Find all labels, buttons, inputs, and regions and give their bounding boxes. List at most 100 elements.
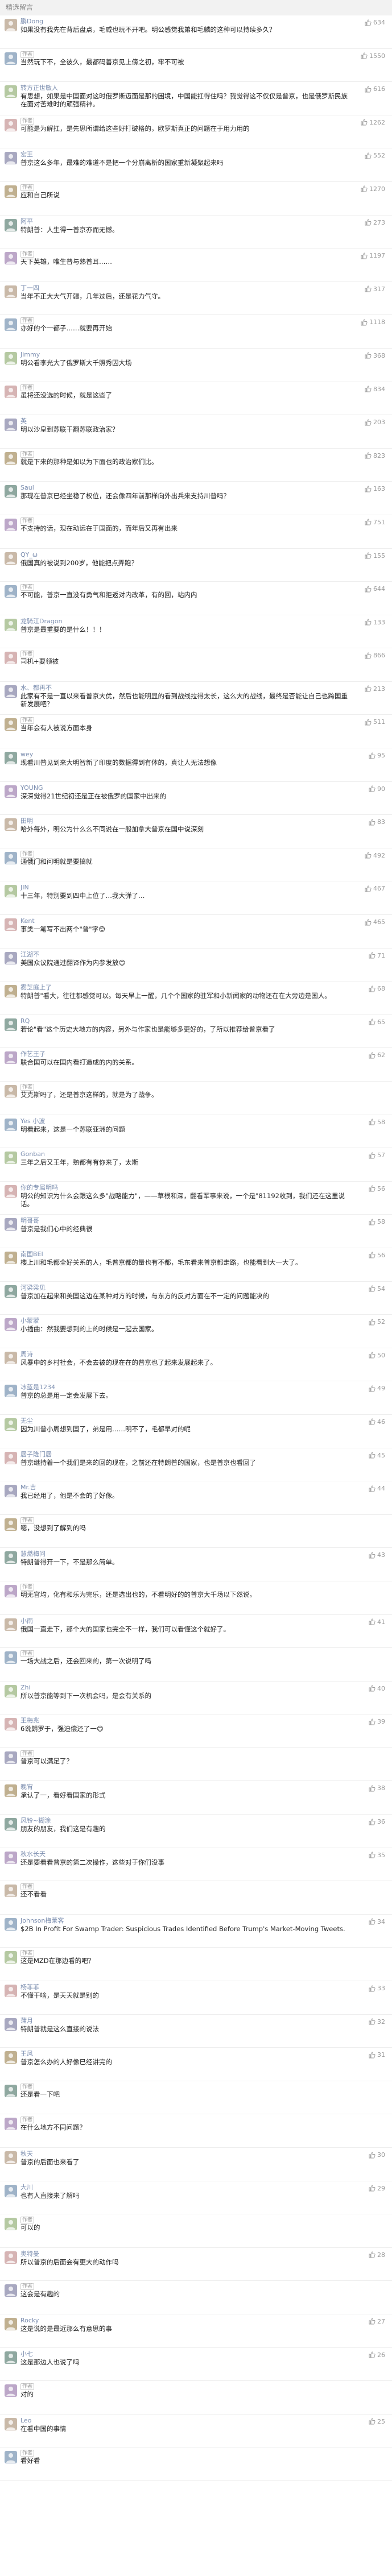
commenter-name[interactable]: 鹏Dong	[20, 18, 352, 26]
user-avatar-icon[interactable]	[5, 2084, 17, 2097]
user-avatar-icon[interactable]	[5, 1618, 17, 1631]
commenter-name[interactable]: 王梅兆	[20, 1717, 352, 1725]
user-avatar-icon[interactable]	[5, 318, 17, 332]
user-avatar-icon[interactable]	[5, 1351, 17, 1364]
user-avatar-icon[interactable]	[5, 2218, 17, 2231]
user-avatar-icon[interactable]	[5, 1085, 17, 1098]
commenter-name[interactable]: 英	[20, 417, 352, 425]
like-button[interactable]: 65	[369, 1018, 385, 1026]
like-button[interactable]: 823	[365, 452, 385, 459]
commenter-name[interactable]: Gonban	[20, 1150, 352, 1158]
like-button[interactable]: 33	[369, 1985, 385, 1992]
like-button[interactable]: 54	[369, 1285, 385, 1293]
like-button[interactable]: 32	[369, 2018, 385, 2026]
like-button[interactable]: 50	[369, 1352, 385, 1359]
commenter-name[interactable]: 水、都再不	[20, 684, 352, 692]
user-avatar-icon[interactable]	[5, 2351, 17, 2364]
like-button[interactable]: 56	[369, 1185, 385, 1192]
user-avatar-icon[interactable]	[5, 685, 17, 698]
user-avatar-icon[interactable]	[5, 1718, 17, 1731]
like-button[interactable]: 57	[369, 1152, 385, 1159]
commenter-name[interactable]: 晚宵	[20, 1783, 352, 1791]
like-button[interactable]: 465	[365, 918, 385, 926]
user-avatar-icon[interactable]	[5, 1651, 17, 1664]
user-avatar-icon[interactable]	[5, 2284, 17, 2297]
user-avatar-icon[interactable]	[5, 1318, 17, 1331]
commenter-name[interactable]: 蒲月	[20, 2017, 352, 2025]
commenter-name[interactable]: Leo	[20, 2417, 352, 2425]
user-avatar-icon[interactable]	[5, 818, 17, 831]
user-avatar-icon[interactable]	[5, 2184, 17, 2197]
commenter-name[interactable]: 无尘	[20, 1417, 352, 1425]
commenter-name[interactable]: 作艺王子	[20, 1050, 352, 1058]
like-button[interactable]: 68	[369, 985, 385, 992]
user-avatar-icon[interactable]	[5, 2051, 17, 2064]
like-button[interactable]: 834	[365, 386, 385, 393]
user-avatar-icon[interactable]	[5, 252, 17, 265]
user-avatar-icon[interactable]	[5, 752, 17, 765]
like-button[interactable]: 511	[365, 718, 385, 726]
like-button[interactable]: 155	[365, 552, 385, 560]
like-button[interactable]: 45	[369, 1452, 385, 1459]
commenter-name[interactable]: Zhi	[20, 1684, 352, 1692]
user-avatar-icon[interactable]	[5, 1751, 17, 1764]
like-button[interactable]: 467	[365, 885, 385, 892]
user-avatar-icon[interactable]	[5, 1951, 17, 1964]
commenter-name[interactable]: Kent	[20, 917, 352, 925]
user-avatar-icon[interactable]	[5, 2118, 17, 2131]
like-button[interactable]: 492	[365, 852, 385, 859]
commenter-name[interactable]: 阿平	[20, 218, 352, 226]
commenter-name[interactable]: Jimmy	[20, 351, 352, 359]
commenter-name[interactable]: 王风	[20, 2050, 352, 2058]
like-button[interactable]: 58	[369, 1119, 385, 1126]
user-avatar-icon[interactable]	[5, 1818, 17, 1831]
user-avatar-icon[interactable]	[5, 1985, 17, 1998]
user-avatar-icon[interactable]	[5, 918, 17, 931]
commenter-name[interactable]: 小七	[20, 2350, 352, 2358]
like-button[interactable]: 83	[369, 818, 385, 826]
user-avatar-icon[interactable]	[5, 351, 17, 365]
user-avatar-icon[interactable]	[5, 1551, 17, 1564]
user-avatar-icon[interactable]	[5, 2384, 17, 2397]
user-avatar-icon[interactable]	[5, 1584, 17, 1597]
user-avatar-icon[interactable]	[5, 1218, 17, 1231]
user-avatar-icon[interactable]	[5, 19, 17, 31]
like-button[interactable]: 133	[365, 619, 385, 626]
like-button[interactable]: 43	[369, 1551, 385, 1559]
like-button[interactable]: 38	[369, 1784, 385, 1792]
like-button[interactable]: 52	[369, 1318, 385, 1326]
like-button[interactable]: 26	[369, 2351, 385, 2359]
commenter-name[interactable]: QY_ω	[20, 551, 352, 559]
user-avatar-icon[interactable]	[5, 85, 17, 98]
like-button[interactable]: 71	[369, 952, 385, 959]
like-button[interactable]: 552	[365, 152, 385, 159]
user-avatar-icon[interactable]	[5, 485, 17, 498]
like-button[interactable]: 31	[369, 2051, 385, 2059]
user-avatar-icon[interactable]	[5, 785, 17, 798]
user-avatar-icon[interactable]	[5, 2018, 17, 2031]
commenter-name[interactable]: 转方正世敏人	[20, 84, 352, 92]
user-avatar-icon[interactable]	[5, 985, 17, 998]
like-button[interactable]: 866	[365, 652, 385, 659]
user-avatar-icon[interactable]	[5, 185, 17, 198]
commenter-name[interactable]: 小蒙蒙	[20, 1317, 352, 1325]
commenter-name[interactable]: 宏王	[20, 151, 352, 159]
user-avatar-icon[interactable]	[5, 2417, 17, 2430]
like-button[interactable]: 44	[369, 1485, 385, 1492]
user-avatar-icon[interactable]	[5, 1485, 17, 1498]
user-avatar-icon[interactable]	[5, 652, 17, 665]
user-avatar-icon[interactable]	[5, 1018, 17, 1031]
like-button[interactable]: 368	[365, 352, 385, 359]
user-avatar-icon[interactable]	[5, 452, 17, 465]
like-button[interactable]: 644	[365, 585, 385, 593]
like-button[interactable]: 56	[369, 1252, 385, 1259]
user-avatar-icon[interactable]	[5, 518, 17, 531]
user-avatar-icon[interactable]	[5, 1185, 17, 1198]
commenter-name[interactable]: 风铃~糊涂	[20, 1817, 352, 1825]
user-avatar-icon[interactable]	[5, 2251, 17, 2264]
commenter-name[interactable]: Rocky	[20, 2317, 352, 2325]
commenter-name[interactable]: 南国BEI	[20, 1250, 352, 1258]
like-button[interactable]: 1270	[361, 185, 385, 193]
commenter-name[interactable]: 小雨	[20, 1617, 352, 1625]
user-avatar-icon[interactable]	[5, 1251, 17, 1264]
